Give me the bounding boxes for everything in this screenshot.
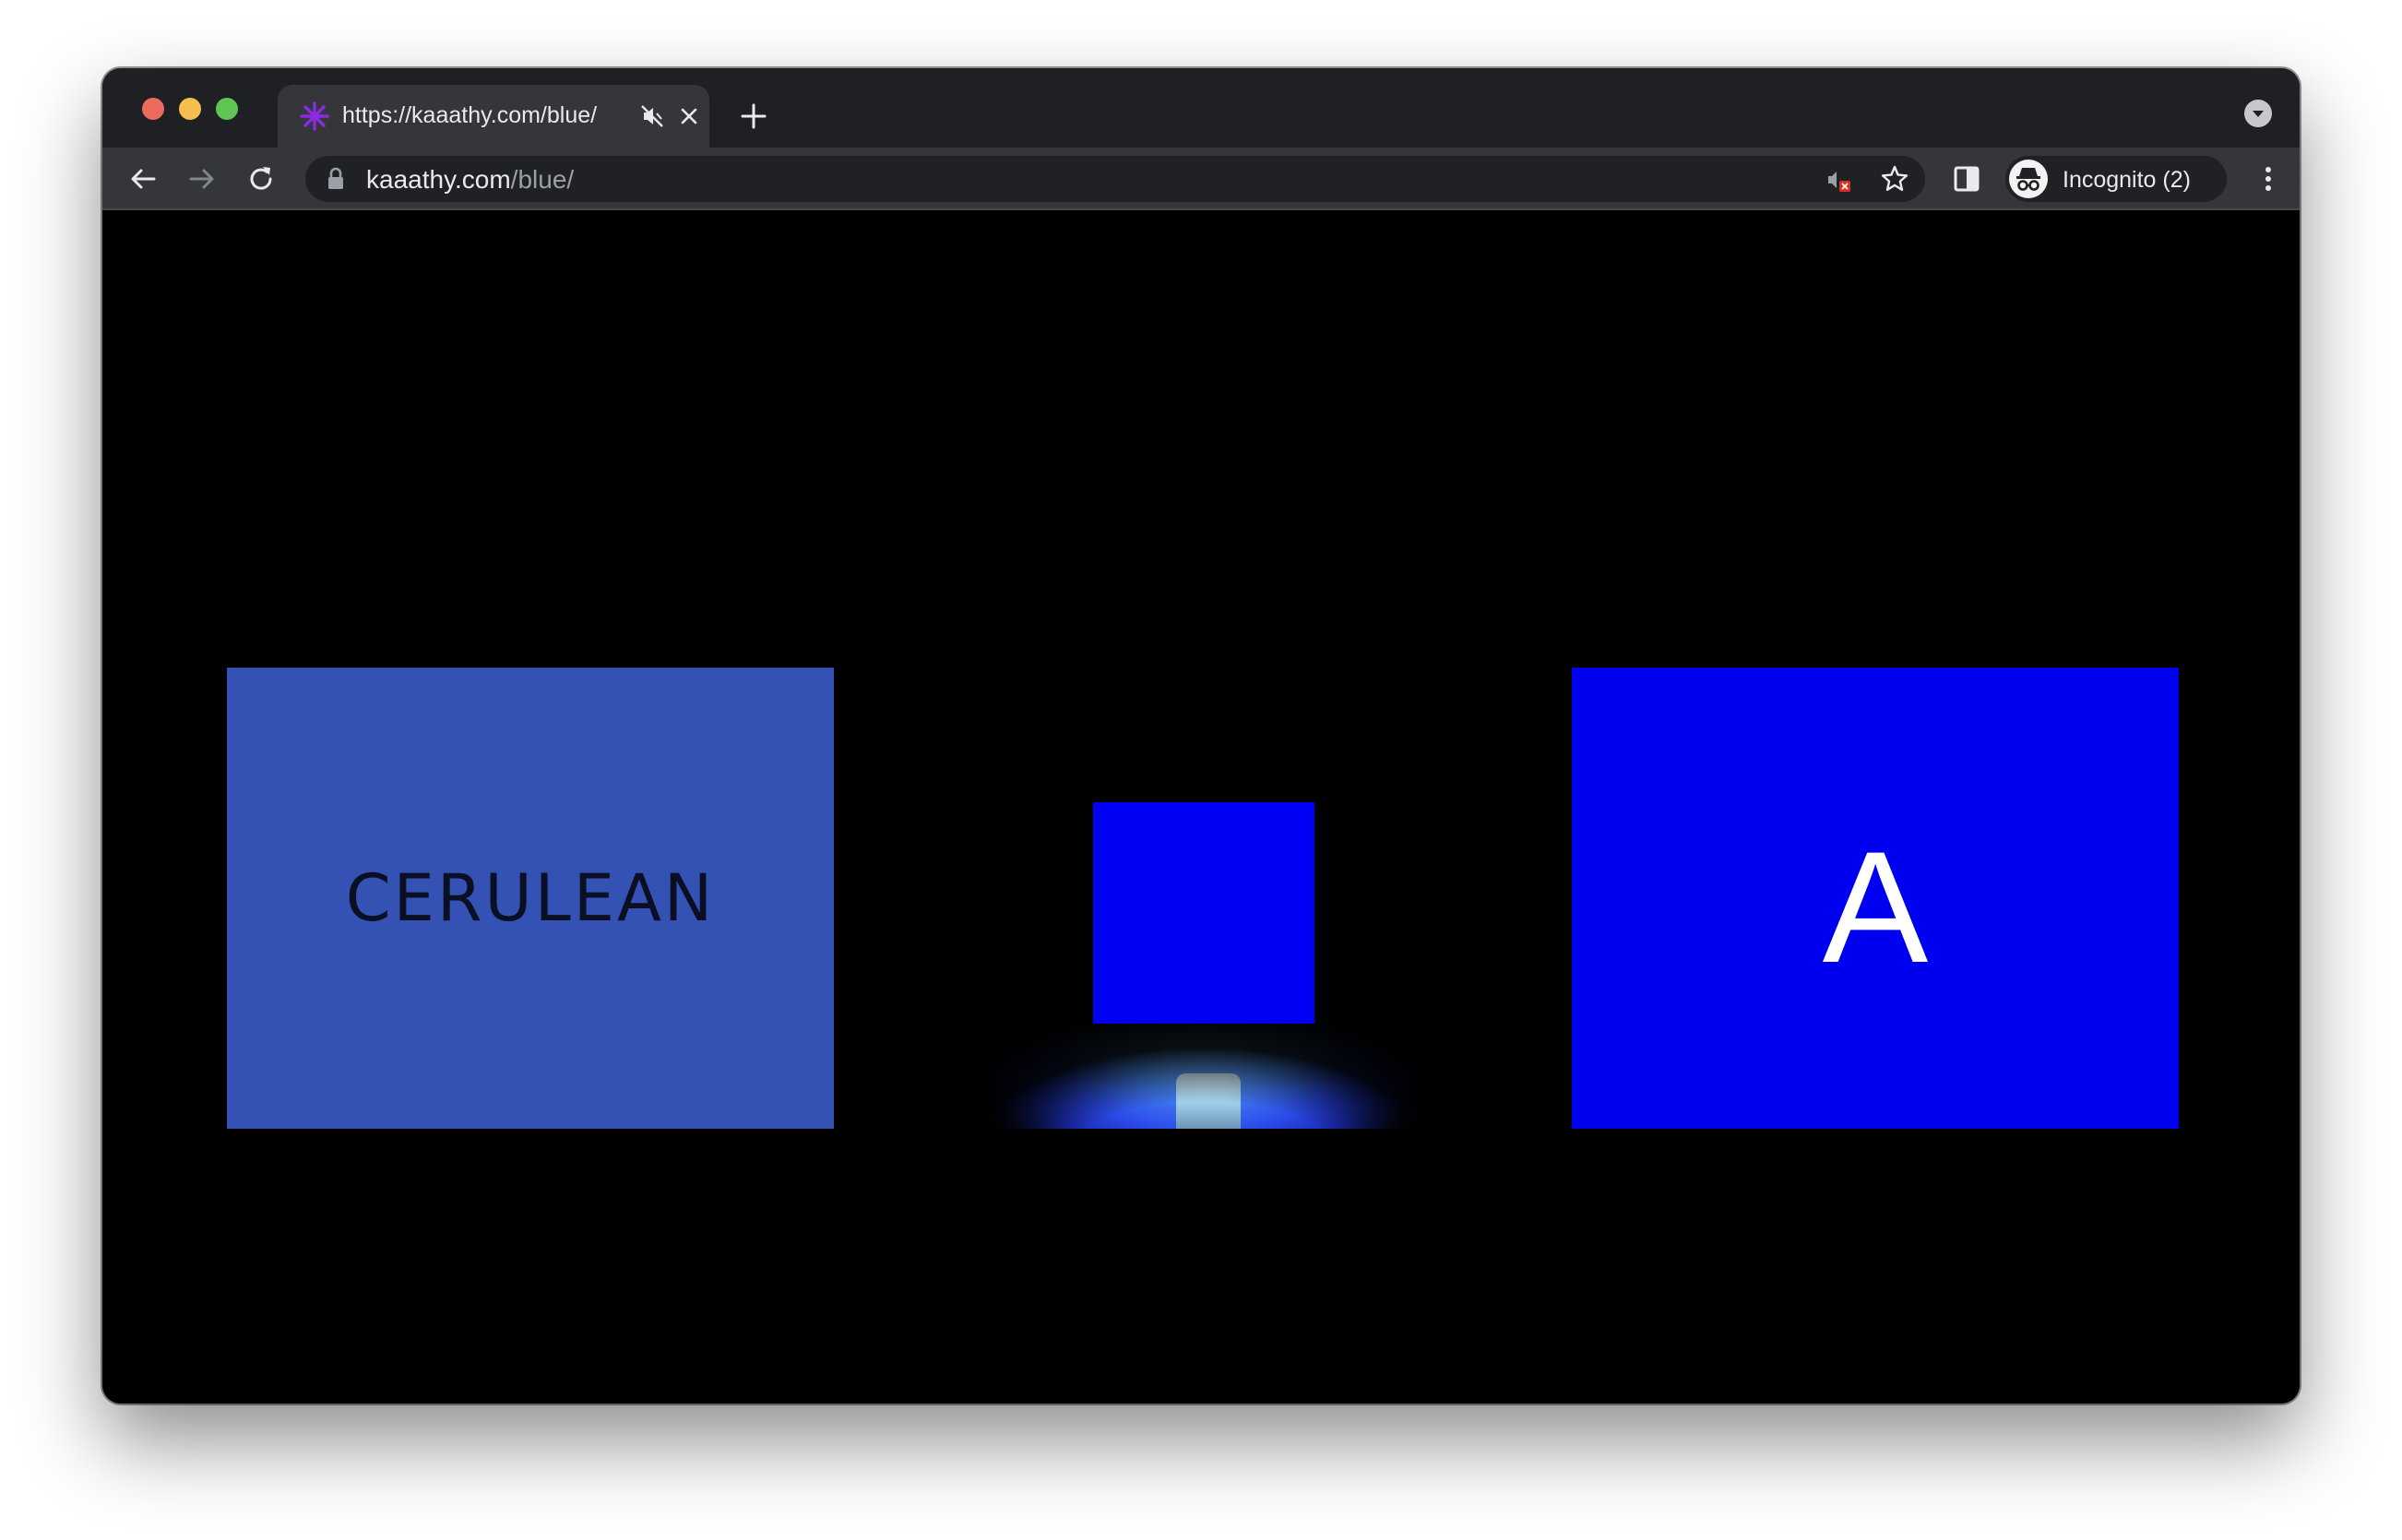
- browser-toolbar: kaaathy.com/blue/ Incognito (2): [102, 148, 2300, 210]
- lock-icon[interactable]: [326, 167, 346, 191]
- page-viewport: CERULEAN A: [102, 210, 2300, 1404]
- url-text: kaaathy.com/blue/: [366, 165, 574, 195]
- incognito-avatar: [2009, 160, 2048, 198]
- new-tab-plus-icon[interactable]: [739, 101, 768, 131]
- reload-icon[interactable]: [244, 162, 278, 195]
- url-host: kaaathy.com: [366, 165, 511, 194]
- forward-arrow-icon[interactable]: [185, 162, 219, 195]
- incognito-profile-button[interactable]: Incognito (2): [2005, 156, 2227, 202]
- asterisk-icon: [300, 101, 329, 131]
- blue-square: [1093, 802, 1314, 1024]
- back-arrow-icon[interactable]: [126, 162, 160, 195]
- minimize-window-button[interactable]: [179, 98, 201, 120]
- zoom-window-button[interactable]: [216, 98, 238, 120]
- more-menu-icon[interactable]: [2252, 162, 2285, 195]
- side-panel-icon[interactable]: [1950, 162, 1983, 195]
- close-window-button[interactable]: [142, 98, 164, 120]
- site-sound-blocked-icon[interactable]: [1824, 165, 1853, 195]
- chevron-down-icon: [2253, 111, 2264, 117]
- address-bar[interactable]: kaaathy.com/blue/: [305, 156, 1925, 202]
- incognito-label: Incognito (2): [2063, 167, 2191, 193]
- tab-muted-speaker-icon[interactable]: [639, 103, 665, 129]
- panel-letter-text: A: [1822, 819, 1929, 996]
- incognito-spy-icon: [2016, 168, 2040, 191]
- browser-window: https://kaaathy.com/blue/ kaaathy.com/bl…: [102, 68, 2300, 1404]
- tab-title: https://kaaathy.com/blue/: [342, 102, 598, 128]
- tab-close-icon[interactable]: [676, 103, 702, 129]
- url-path: /blue/: [510, 165, 575, 194]
- cerulean-word-panel[interactable]: CERULEAN: [227, 668, 834, 1129]
- letter-a-panel[interactable]: A: [1572, 668, 2179, 1129]
- led-photo-panel[interactable]: [899, 668, 1506, 1129]
- bookmark-star-icon[interactable]: [1879, 163, 1910, 195]
- tab-strip: https://kaaathy.com/blue/: [102, 68, 2300, 148]
- tab-active[interactable]: https://kaaathy.com/blue/: [278, 85, 709, 148]
- panel-word-text: CERULEAN: [345, 860, 716, 936]
- tab-search-chevron-icon[interactable]: [2244, 100, 2272, 127]
